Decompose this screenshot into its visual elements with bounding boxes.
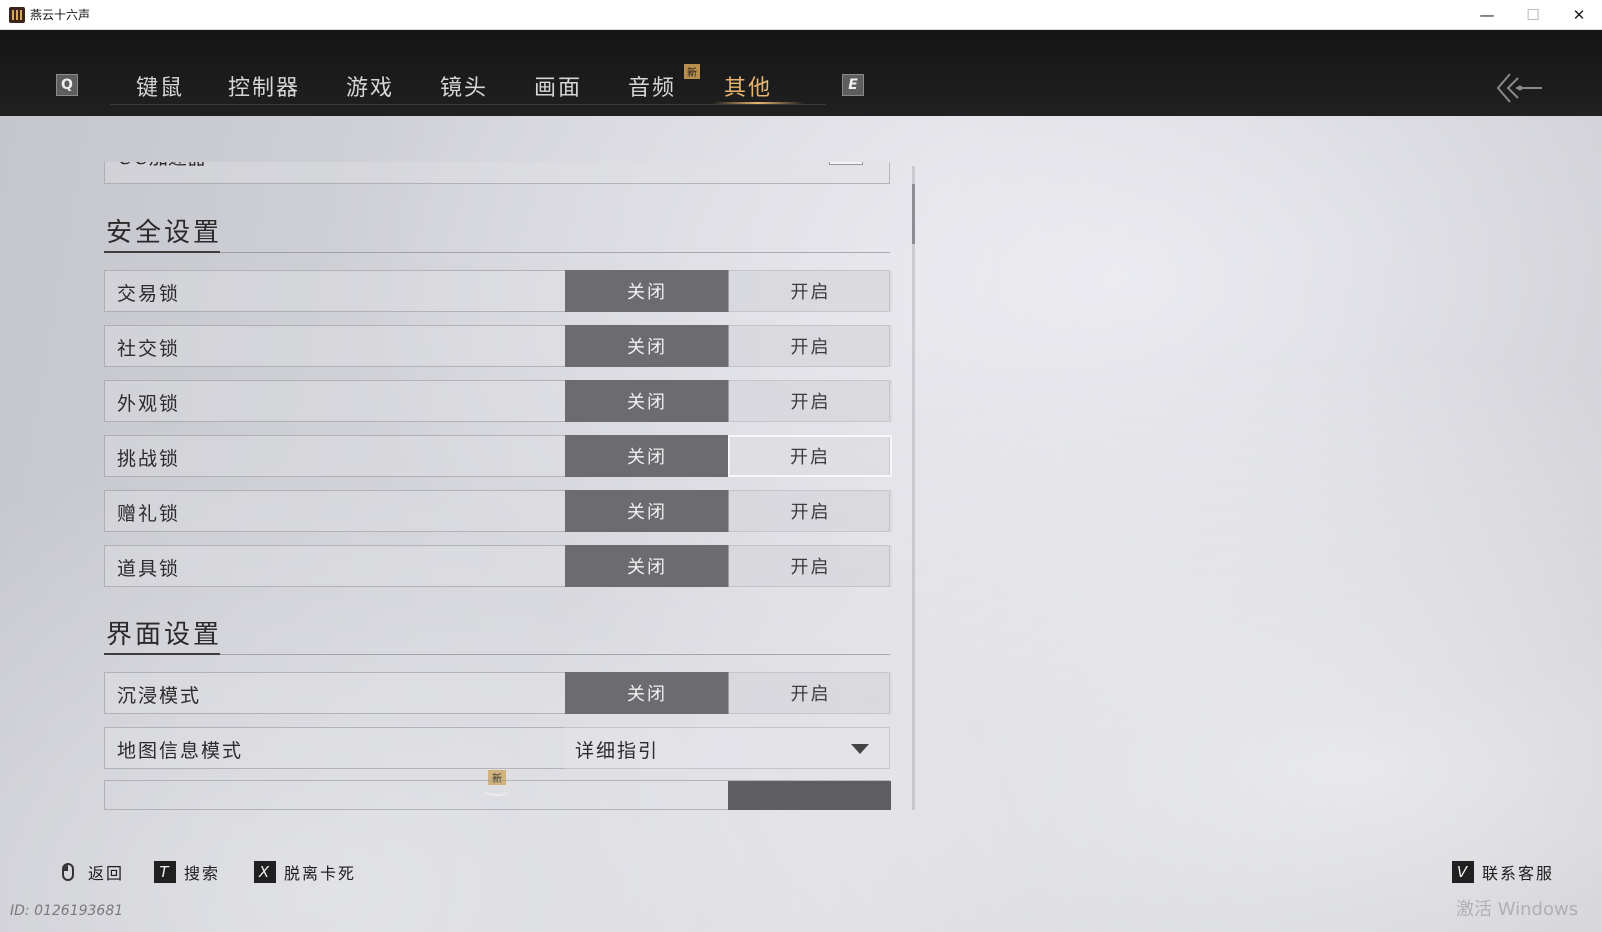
scrollbar-track[interactable] xyxy=(912,166,915,810)
app-icon xyxy=(9,7,25,23)
support-hint-label: 联系客服 xyxy=(1482,864,1555,883)
key-t-icon: T xyxy=(154,861,176,883)
chevron-down-icon[interactable] xyxy=(851,744,869,754)
social-lock-off-option[interactable]: 关闭 xyxy=(565,325,729,367)
trade-lock-row: 交易锁 关闭 开启 xyxy=(104,270,892,312)
settings-panel[interactable]: UU加速器 安全设置 交易锁 关闭 开启 社交锁 关闭 开启 外观锁 关闭 开启… xyxy=(104,162,892,810)
close-button[interactable]: ✕ xyxy=(1556,0,1602,30)
unstuck-hint-label: 脱离卡死 xyxy=(284,864,357,883)
tab-other[interactable]: 其他 xyxy=(724,70,772,102)
windows-activation-watermark: 激活 Windows xyxy=(1456,899,1579,920)
item-lock-off-option[interactable]: 关闭 xyxy=(565,545,729,587)
map-info-mode-label: 地图信息模式 xyxy=(117,740,244,762)
prev-tab-key-q[interactable]: Q xyxy=(56,74,78,96)
challenge-lock-label: 挑战锁 xyxy=(117,448,181,470)
gift-lock-label: 赠礼锁 xyxy=(117,503,181,525)
tab-audio[interactable]: 音频 xyxy=(628,70,676,102)
immersive-mode-label: 沉浸模式 xyxy=(117,685,202,707)
challenge-lock-row: 挑战锁 关闭 开启 xyxy=(104,435,892,477)
trade-lock-on-option[interactable]: 开启 xyxy=(728,270,892,312)
scrollbar-thumb[interactable] xyxy=(912,184,915,244)
appearance-lock-on-option[interactable]: 开启 xyxy=(728,380,892,422)
section-title-security: 安全设置 xyxy=(106,218,223,248)
support-hint[interactable]: V 联系客服 xyxy=(1452,860,1554,884)
section-rule-accent xyxy=(104,251,220,253)
social-lock-label: 社交锁 xyxy=(117,338,181,360)
key-v-icon: V xyxy=(1452,861,1474,883)
back-hint-label: 返回 xyxy=(88,864,125,883)
immersive-mode-row: 沉浸模式 关闭 开启 xyxy=(104,672,892,714)
window-title: 燕云十六声 xyxy=(30,8,91,22)
back-arrow-icon[interactable] xyxy=(1494,68,1544,108)
section-rule xyxy=(104,654,890,655)
key-x-icon: X xyxy=(254,861,276,883)
item-lock-on-option[interactable]: 开启 xyxy=(728,545,892,587)
gift-lock-row: 赠礼锁 关闭 开启 xyxy=(104,490,892,532)
tab-camera[interactable]: 镜头 xyxy=(440,70,488,102)
trade-lock-label: 交易锁 xyxy=(117,283,181,305)
partial-row-option[interactable] xyxy=(728,781,891,810)
gift-lock-on-option[interactable]: 开启 xyxy=(728,490,892,532)
immersive-mode-on-option[interactable]: 开启 xyxy=(728,672,892,714)
back-hint[interactable]: 返回 xyxy=(62,860,124,884)
gift-lock-off-option[interactable]: 关闭 xyxy=(565,490,729,532)
user-id: ID: 0126193681 xyxy=(10,903,124,919)
social-lock-row: 社交锁 关闭 开启 xyxy=(104,325,892,367)
map-info-mode-row: 地图信息模式 详细指引 xyxy=(104,727,891,769)
search-hint[interactable]: T 搜索 xyxy=(154,860,220,884)
nav-divider xyxy=(110,104,826,105)
map-info-mode-value: 详细指引 xyxy=(575,740,660,762)
tab-keyboard-mouse[interactable]: 键鼠 xyxy=(136,70,184,102)
tab-game[interactable]: 游戏 xyxy=(346,70,394,102)
challenge-lock-on-option[interactable]: 开启 xyxy=(728,435,892,477)
minimize-button[interactable]: — xyxy=(1464,0,1510,30)
appearance-lock-label: 外观锁 xyxy=(117,393,181,415)
section-rule xyxy=(104,252,890,253)
item-lock-row: 道具锁 关闭 开启 xyxy=(104,545,892,587)
accelerator-row: UU加速器 xyxy=(104,162,890,184)
maximize-button[interactable]: ☐ xyxy=(1510,0,1556,30)
appearance-lock-off-option[interactable]: 关闭 xyxy=(565,380,729,422)
appearance-lock-row: 外观锁 关闭 开启 xyxy=(104,380,892,422)
window-titlebar: 燕云十六声 — ☐ ✕ xyxy=(0,0,1602,30)
search-hint-label: 搜索 xyxy=(184,864,221,883)
challenge-lock-off-option[interactable]: 关闭 xyxy=(565,435,729,477)
social-lock-on-option[interactable]: 开启 xyxy=(728,325,892,367)
unstuck-hint[interactable]: X 脱离卡死 xyxy=(254,860,356,884)
partial-row xyxy=(104,780,891,810)
new-badge-audio: 新 xyxy=(684,64,700,79)
item-lock-label: 道具锁 xyxy=(117,558,181,580)
mouse-icon xyxy=(62,863,74,881)
external-link-icon[interactable] xyxy=(829,162,863,165)
tab-controller[interactable]: 控制器 xyxy=(228,70,300,102)
accelerator-label: UU加速器 xyxy=(117,162,206,170)
section-rule-accent xyxy=(104,653,220,655)
tab-graphics[interactable]: 画面 xyxy=(534,70,582,102)
active-tab-underline xyxy=(712,102,804,104)
next-tab-key-e[interactable]: E xyxy=(842,74,864,96)
section-title-interface: 界面设置 xyxy=(106,620,223,650)
trade-lock-off-option[interactable]: 关闭 xyxy=(565,270,729,312)
immersive-mode-off-option[interactable]: 关闭 xyxy=(565,672,729,714)
